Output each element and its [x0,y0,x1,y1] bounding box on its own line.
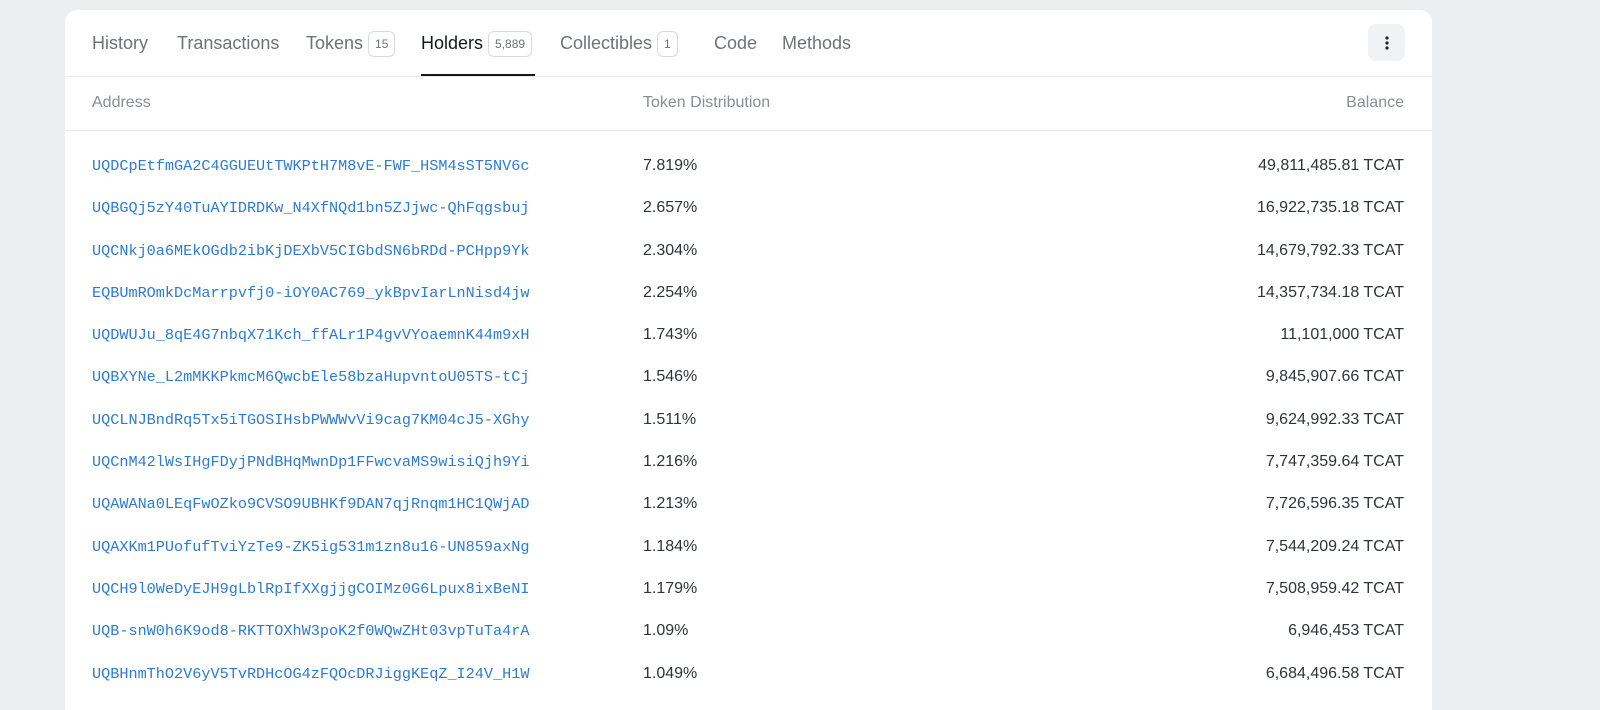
holder-address-link[interactable]: UQDWUJu_8qE4G7nbqX71Kch_ffALr1P4gvVYoaem… [92,326,529,344]
token-distribution-value: 2.657% [643,199,698,217]
table-row: EQBUmROmkDcMarrpvfj0-iOY0AC769_ykBpvIarL… [65,272,1432,314]
holder-address-link[interactable]: UQAWANa0LEqFwOZko9CVSO9UBHKf9DAN7qjRnqm1… [92,495,529,513]
token-distribution-value: 1.184% [643,537,698,555]
column-header-distribution: Token Distribution [643,94,771,111]
tab-label: Code [714,33,758,53]
tab-methods[interactable]: Methods [782,30,851,76]
token-distribution-value: 1.511% [643,410,697,428]
table-row: UQBGQj5zY40TuAYIDRDKw_N4XfNQd1bn5ZJjwc-Q… [65,187,1432,229]
balance-value: 6,684,496.58 TCAT [1265,664,1404,682]
tab-collectibles[interactable]: Collectibles 1 [560,30,678,76]
balance-value: 7,544,209.24 TCAT [1265,537,1404,555]
holder-address-link[interactable]: UQCLNJBndRq5Tx5iTGOSIHsbPWWWvVi9cag7KM04… [92,411,529,429]
tab-code[interactable]: Code [714,30,757,76]
token-distribution-value: 1.743% [643,326,698,344]
token-distribution-value: 7.819% [643,157,698,174]
tab-count-badge: 5,889 [488,31,533,57]
table-row: UQB-snW0h6K9od8-RKTTOXhW3poK2f0WQwZHt03v… [65,610,1432,652]
more-menu-button[interactable] [1368,24,1405,61]
holder-address-link[interactable]: UQCH9l0WeDyEJH9gLblRpIfXXgjjgCOIMz0G6Lpu… [92,580,529,598]
token-distribution-value: 1.09% [643,622,689,640]
column-header-balance: Balance [1346,94,1404,111]
table-row: UQBXYNe_L2mMKKPkmcM6QwcbEle58bzaHupvntoU… [65,356,1432,398]
holder-address-link[interactable]: UQBHnmThO2V6yV5TvRDHcOG4zFQOcDRJiggKEqZ_… [92,665,529,683]
balance-value: 7,508,959.42 TCAT [1265,579,1404,597]
more-vertical-icon [1384,35,1389,50]
tab-count-badge: 1 [657,31,678,57]
table-row: UQCNkj0a6MEkOGdb2ibKjDEXbV5CIGbdSN6bRDd-… [65,230,1432,272]
holder-address-link[interactable]: UQCNkj0a6MEkOGdb2ibKjDEXbV5CIGbdSN6bRDd-… [92,242,529,260]
table-row: UQAXKm1PUofufTviYzTe9-ZK5ig531m1zn8u16-U… [65,526,1432,568]
table-row: UQAWANa0LEqFwOZko9CVSO9UBHKf9DAN7qjRnqm1… [65,483,1432,525]
table-row: UQCH9l0WeDyEJH9gLblRpIfXXgjjgCOIMz0G6Lpu… [65,568,1432,610]
tab-bar: History Transactions Tokens 15 Holders 5… [65,10,1432,77]
balance-value: 6,946,453 TCAT [1288,622,1404,640]
balance-value: 7,747,359.64 TCAT [1265,453,1404,471]
balance-value: 14,357,734.18 TCAT [1256,283,1404,301]
balance-value: 9,845,907.66 TCAT [1265,368,1404,386]
balance-value: 49,811,485.81 TCAT [1258,157,1404,174]
balance-value: 11,101,000 TCAT [1280,326,1404,344]
balance-value: 14,679,792.33 TCAT [1256,241,1404,259]
tab-transactions[interactable]: Transactions [177,30,279,76]
balance-value: 7,726,596.35 TCAT [1265,495,1404,513]
tab-label: History [92,33,149,53]
tab-label: Transactions [177,33,280,53]
holder-address-link[interactable]: UQDCpEtfmGA2C4GGUEUtTWKPtH7M8vE-FWF_HSM4… [92,157,529,175]
tab-label: Holders [421,33,484,53]
holder-address-link[interactable]: UQBXYNe_L2mMKKPkmcM6QwcbEle58bzaHupvntoU… [92,368,529,386]
tab-label: Tokens [306,33,364,53]
token-distribution-value: 1.179% [643,579,698,597]
tab-label: Methods [782,33,852,53]
token-distribution-value: 1.546% [643,368,698,386]
holder-address-link[interactable]: UQBGQj5zY40TuAYIDRDKw_N4XfNQd1bn5ZJjwc-Q… [92,199,529,217]
tab-history[interactable]: History [92,30,148,76]
tab-holders[interactable]: Holders 5,889 [421,30,535,76]
balance-value: 9,624,992.33 TCAT [1265,410,1404,428]
holder-address-link[interactable]: UQCnM42lWsIHgFDyjPNdBHqMwnDp1FFwcvaMS9wi… [92,453,529,471]
token-distribution-value: 2.304% [643,241,698,259]
table-row: UQDCpEtfmGA2C4GGUEUtTWKPtH7M8vE-FWF_HSM4… [65,145,1432,187]
table-row: UQBHnmThO2V6yV5TvRDHcOG4zFQOcDRJiggKEqZ_… [65,653,1432,695]
table-header: Address Token Distribution Balance [65,77,1432,131]
holders-table-body: UQDCpEtfmGA2C4GGUEUtTWKPtH7M8vE-FWF_HSM4… [65,131,1432,695]
token-distribution-value: 1.213% [643,495,698,513]
holders-card: History Transactions Tokens 15 Holders 5… [65,10,1432,710]
tab-label: Collectibles [560,33,653,53]
balance-value: 16,922,735.18 TCAT [1256,199,1404,217]
table-row: UQCLNJBndRq5Tx5iTGOSIHsbPWWWvVi9cag7KM04… [65,399,1432,441]
holder-address-link[interactable]: UQAXKm1PUofufTviYzTe9-ZK5ig531m1zn8u16-U… [92,538,529,556]
token-distribution-value: 1.216% [643,453,698,471]
column-header-address: Address [92,94,151,111]
holder-address-link[interactable]: EQBUmROmkDcMarrpvfj0-iOY0AC769_ykBpvIarL… [92,284,529,302]
holder-address-link[interactable]: UQB-snW0h6K9od8-RKTTOXhW3poK2f0WQwZHt03v… [92,622,529,640]
table-row: UQCnM42lWsIHgFDyjPNdBHqMwnDp1FFwcvaMS9wi… [65,441,1432,483]
tab-count-badge: 15 [368,31,396,57]
token-distribution-value: 2.254% [643,283,698,301]
table-row: UQDWUJu_8qE4G7nbqX71Kch_ffALr1P4gvVYoaem… [65,314,1432,356]
token-distribution-value: 1.049% [643,664,698,682]
tab-tokens[interactable]: Tokens 15 [306,30,396,76]
